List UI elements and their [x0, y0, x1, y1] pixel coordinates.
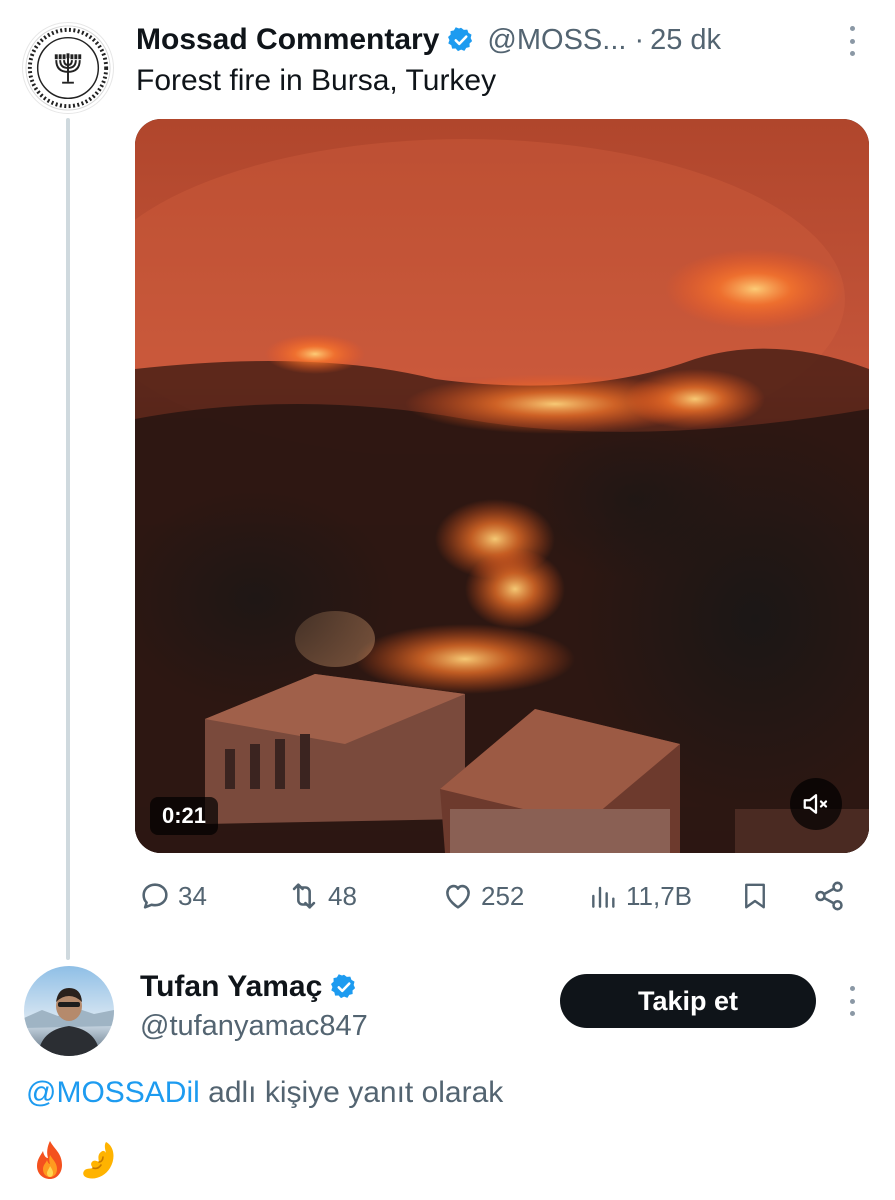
mossad-avatar[interactable]: [22, 22, 114, 114]
view-count: 11,7B: [626, 880, 693, 911]
share-icon: [815, 881, 843, 911]
replying-to-line: @MOSSADil adlı kişiye yanıt olarak: [26, 1076, 503, 1110]
repost-icon: [292, 883, 316, 909]
mute-icon: [803, 794, 828, 814]
fire-emoji: [37, 1141, 62, 1179]
replying-to-text: adlı kişiye yanıt olarak: [199, 1076, 504, 1109]
mossad-emblem-icon: [25, 25, 111, 111]
tweet-text: Forest fire in Bursa, Turkey: [136, 64, 497, 97]
repost-button[interactable]: 48: [286, 872, 357, 920]
like-count: 252: [481, 880, 525, 911]
reply-more-icon[interactable]: [848, 986, 856, 1016]
bookmark-button[interactable]: [740, 872, 770, 920]
mute-button[interactable]: [790, 778, 842, 830]
reply-header: Tufan Yamaç: [140, 966, 358, 1008]
tweet-header: Mossad Commentary @MOSS... · 25 dk: [136, 18, 876, 62]
separator-dot: ·: [634, 23, 645, 56]
reply-display-name[interactable]: Tufan Yamaç: [140, 970, 322, 1004]
display-name[interactable]: Mossad Commentary: [136, 23, 439, 57]
fire-video-frame: [135, 119, 869, 853]
reply-mention-link[interactable]: @MOSSADil: [26, 1076, 200, 1109]
pinched-fingers-emoji: [83, 1142, 114, 1179]
thread-connector-line: [66, 118, 70, 960]
timestamp[interactable]: 25 dk: [650, 24, 721, 57]
bookmark-icon: [745, 883, 765, 909]
reply-count: 34: [178, 880, 207, 911]
reply-user-handle[interactable]: @tufanyamac847: [140, 1010, 368, 1043]
tufan-avatar[interactable]: [24, 966, 114, 1056]
reply-button[interactable]: 34: [138, 872, 207, 920]
verified-badge-icon: [331, 974, 356, 999]
follow-button[interactable]: Takip et: [560, 974, 816, 1028]
views-button[interactable]: 11,7B: [588, 872, 692, 920]
more-icon[interactable]: [848, 26, 856, 56]
reply-icon: [142, 883, 168, 909]
video-player[interactable]: [135, 119, 869, 853]
profile-photo: [24, 966, 114, 1056]
user-handle[interactable]: @MOSS...: [487, 24, 626, 57]
verified-badge-icon: [448, 27, 473, 52]
like-icon: [446, 884, 470, 909]
like-button[interactable]: 252: [441, 872, 524, 920]
tweet-action-bar: 34 48 252 11,7B: [136, 872, 856, 920]
reply-emoji-text: [28, 1138, 120, 1186]
share-button[interactable]: [812, 872, 846, 920]
repost-count: 48: [328, 880, 357, 911]
views-icon: [592, 886, 615, 908]
video-duration: 0:21: [150, 797, 219, 835]
